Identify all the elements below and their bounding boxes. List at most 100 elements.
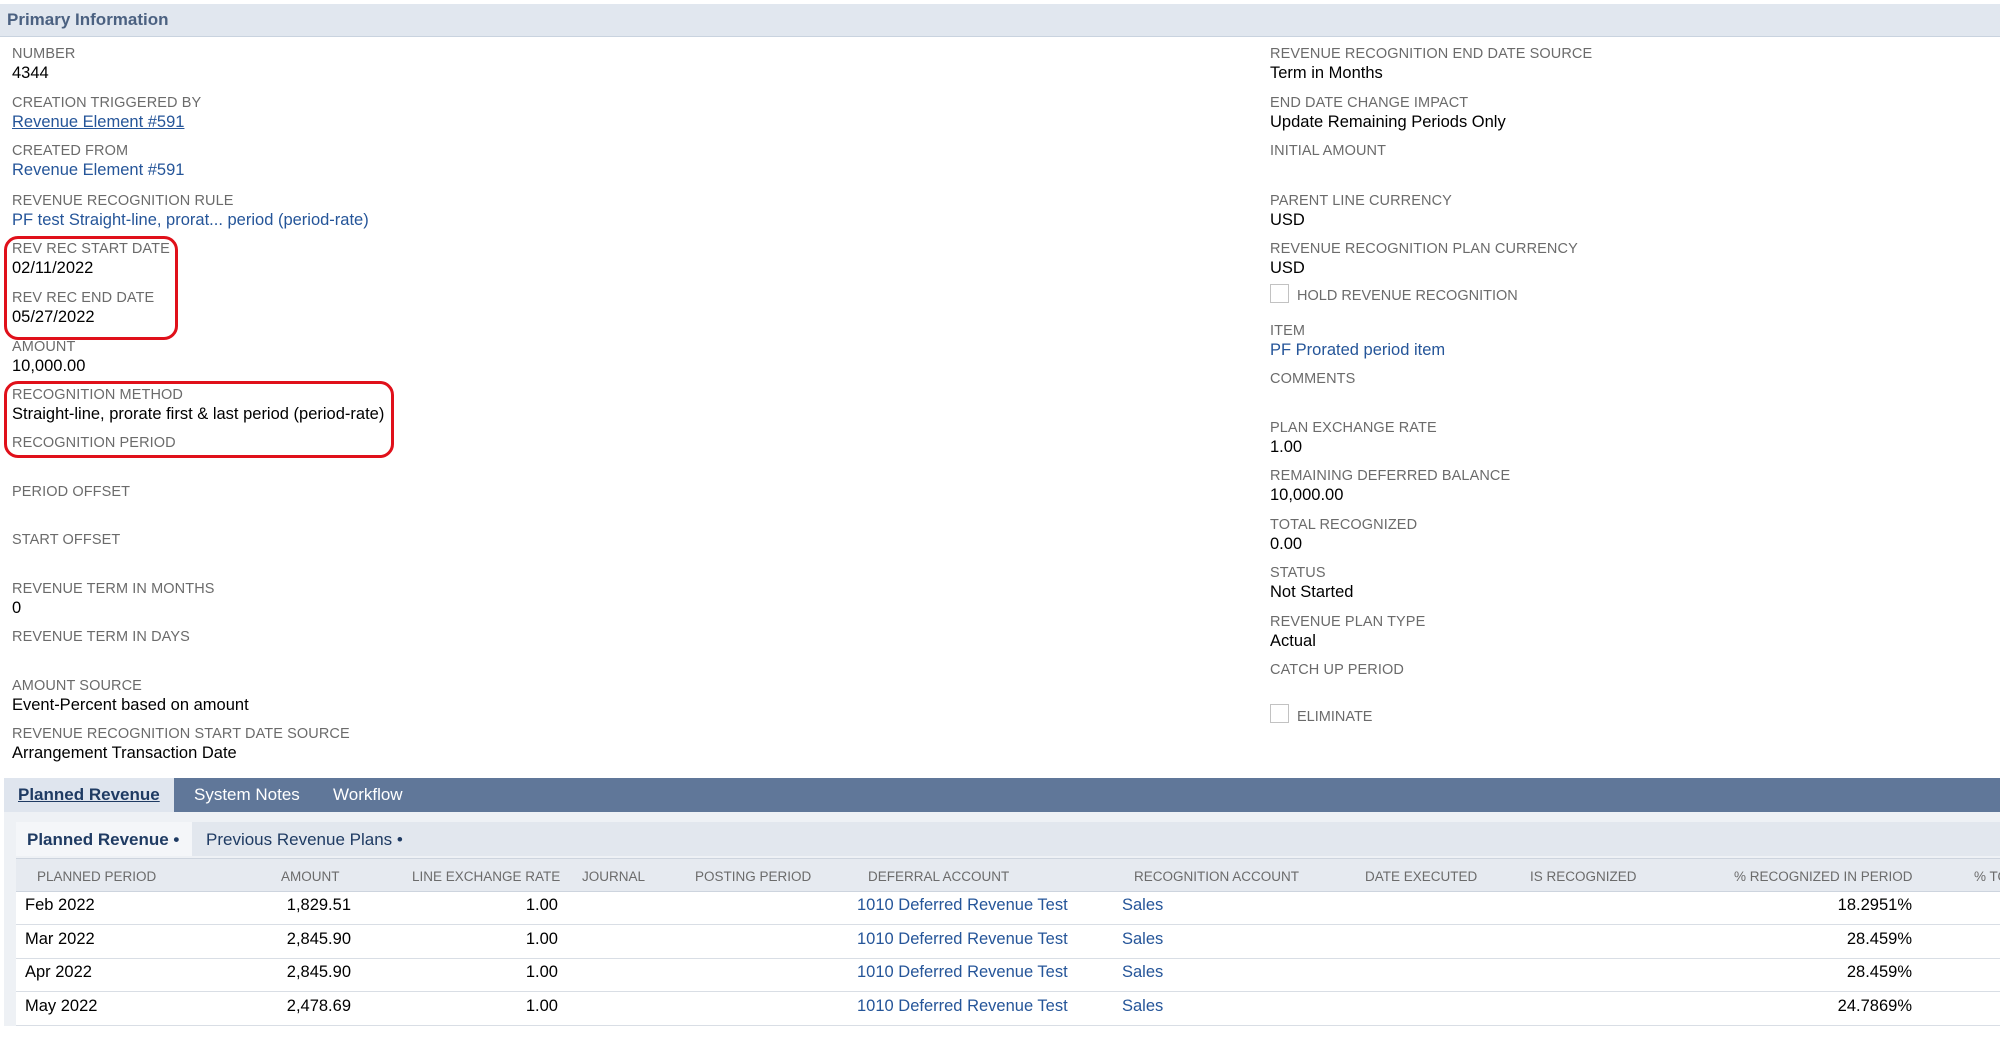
field-revenue-term-in-days: REVENUE TERM IN DAYS [12,628,190,646]
field-label: CATCH UP PERIOD [1270,662,1404,678]
field-item: ITEM PF Prorated period item [1270,322,1445,360]
cell-pct-recognized: 28.459% [1846,930,1912,948]
header-deferral-account[interactable]: DEFERRAL ACCOUNT [868,869,1009,884]
field-label: TOTAL RECOGNIZED [1270,517,1418,533]
field-plan-currency: REVENUE RECOGNITION PLAN CURRENCY USD [1270,240,1578,278]
field-end-date-change-impact: END DATE CHANGE IMPACT Update Remaining … [1270,94,1506,132]
field-label: CREATION TRIGGERED BY [12,95,202,111]
field-value: Arrangement Transaction Date [12,744,237,762]
hold-revenue-recognition-checkbox[interactable] [1270,284,1289,303]
field-label: COMMENTS [1270,371,1356,387]
header-recognition-account[interactable]: RECOGNITION ACCOUNT [1134,869,1299,884]
field-label: AMOUNT [12,339,76,355]
cell-period: Mar 2022 [25,930,95,948]
field-catch-up-period: CATCH UP PERIOD [1270,661,1404,679]
field-label: REVENUE RECOGNITION PLAN CURRENCY [1270,241,1578,257]
field-created-from: CREATED FROM Revenue Element #591 [12,142,184,180]
cell-amount: 1,829.51 [286,896,351,914]
field-amount: AMOUNT 10,000.00 [12,338,85,376]
field-label: REVENUE RECOGNITION END DATE SOURCE [1270,46,1593,62]
item-link[interactable]: PF Prorated period item [1270,340,1445,360]
header-planned-period[interactable]: PLANNED PERIOD [37,869,156,884]
tab-workflow[interactable]: Workflow [333,785,403,805]
field-label: PARENT LINE CURRENCY [1270,193,1452,209]
field-value: 4344 [12,64,49,82]
field-value: USD [1270,259,1305,277]
cell-deferral-account-link[interactable]: 1010 Deferred Revenue Test [857,963,1068,982]
cell-recognition-account-link[interactable]: Sales [1122,930,1163,949]
created-from-link[interactable]: Revenue Element #591 [12,160,184,180]
tab-bar [4,778,2000,812]
field-value: Event-Percent based on amount [12,696,249,714]
field-label: REMAINING DEFERRED BALANCE [1270,468,1511,484]
field-value: Not Started [1270,583,1354,601]
cell-recognition-account-link[interactable]: Sales [1122,963,1163,982]
field-revenue-plan-type: REVENUE PLAN TYPE Actual [1270,613,1425,651]
field-value: 1.00 [1270,438,1303,456]
section-header[interactable]: Primary Information [0,4,2000,37]
cell-pct-recognized: 28.459% [1846,963,1912,981]
field-label: REVENUE RECOGNITION START DATE SOURCE [12,726,350,742]
field-value: 10,000.00 [12,357,86,375]
cell-amount: 2,478.69 [286,997,351,1015]
cell-pct-recognized: 18.2951% [1837,896,1912,914]
tab-system-notes[interactable]: System Notes [194,785,300,805]
field-parent-line-currency: PARENT LINE CURRENCY USD [1270,192,1452,230]
eliminate-checkbox[interactable] [1270,704,1289,723]
field-plan-exchange-rate: PLAN EXCHANGE RATE 1.00 [1270,419,1437,457]
field-value: 0.00 [1270,535,1303,553]
field-label: NUMBER [12,46,76,62]
field-label: PERIOD OFFSET [12,484,131,500]
field-remaining-deferred-balance: REMAINING DEFERRED BALANCE 10,000.00 [1270,467,1510,505]
field-label: STATUS [1270,565,1326,581]
cell-recognition-account-link[interactable]: Sales [1122,896,1163,915]
field-comments: COMMENTS [1270,370,1355,388]
eliminate-label: ELIMINATE [1297,709,1373,725]
field-label: REVENUE RECOGNITION RULE [12,193,234,209]
cell-recognition-account-link[interactable]: Sales [1122,997,1163,1016]
field-label: REVENUE TERM IN DAYS [12,629,190,645]
section-title: Primary Information [7,10,169,29]
cell-pct-recognized: 24.7869% [1837,997,1912,1015]
cell-rate: 1.00 [525,896,558,914]
field-label: REVENUE TERM IN MONTHS [12,581,215,597]
header-journal[interactable]: JOURNAL [582,869,645,884]
highlight-box-method [4,381,394,458]
cell-deferral-account-link[interactable]: 1010 Deferred Revenue Test [857,997,1068,1016]
header-amount[interactable]: AMOUNT [281,869,340,884]
field-label: AMOUNT SOURCE [12,678,142,694]
subtab-planned-revenue[interactable]: Planned Revenue • [27,830,179,850]
cell-deferral-account-link[interactable]: 1010 Deferred Revenue Test [857,896,1068,915]
field-value: Term in Months [1270,64,1383,82]
cell-deferral-account-link[interactable]: 1010 Deferred Revenue Test [857,930,1068,949]
field-creation-triggered-by: CREATION TRIGGERED BY Revenue Element #5… [12,94,201,132]
cell-amount: 2,845.90 [286,930,351,948]
cell-period: Apr 2022 [25,963,92,981]
field-start-offset: START OFFSET [12,531,120,549]
highlight-box-dates [4,236,178,340]
header-line-exchange-rate[interactable]: LINE EXCHANGE RATE [412,869,560,884]
creation-triggered-by-link[interactable]: Revenue Element #591 [12,112,201,132]
cell-rate: 1.00 [525,930,558,948]
field-initial-amount: INITIAL AMOUNT [1270,142,1386,160]
revenue-recognition-rule-link[interactable]: PF test Straight-line, prorat... period … [12,210,369,230]
field-label: ITEM [1270,323,1306,339]
field-value: USD [1270,211,1305,229]
field-value: Update Remaining Periods Only [1270,113,1506,131]
field-end-date-source: REVENUE RECOGNITION END DATE SOURCE Term… [1270,45,1592,83]
field-period-offset: PERIOD OFFSET [12,483,130,501]
tab-planned-revenue[interactable]: Planned Revenue [18,785,160,805]
field-number: NUMBER 4344 [12,45,75,83]
subtab-previous-revenue-plans[interactable]: Previous Revenue Plans • [206,830,403,850]
header-pct-total[interactable]: % TO [1974,869,2000,884]
header-date-executed[interactable]: DATE EXECUTED [1365,869,1477,884]
field-value: 0 [12,599,22,617]
header-posting-period[interactable]: POSTING PERIOD [695,869,811,884]
field-status: STATUS Not Started [1270,564,1353,602]
field-label: CREATED FROM [12,143,129,159]
header-is-recognized[interactable]: IS RECOGNIZED [1530,869,1637,884]
cell-amount: 2,845.90 [286,963,351,981]
field-rev-rec-start-date-source: REVENUE RECOGNITION START DATE SOURCE Ar… [12,725,350,763]
field-label: INITIAL AMOUNT [1270,143,1387,159]
header-pct-recognized-in-period[interactable]: % RECOGNIZED IN PERIOD [1734,869,1913,884]
